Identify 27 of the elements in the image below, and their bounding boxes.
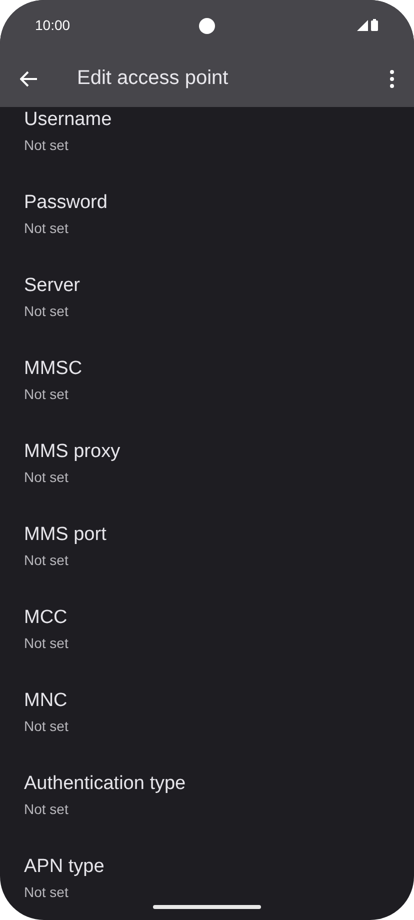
more-options-icon[interactable] (390, 70, 394, 88)
signal-icon (357, 20, 368, 30)
setting-title[interactable]: MMSC (24, 357, 82, 381)
setting-summary: Not set (24, 717, 68, 736)
setting-summary: Not set (24, 551, 68, 570)
setting-title[interactable]: Authentication type (24, 772, 186, 796)
setting-summary: Not set (24, 302, 68, 321)
setting-summary: Not set (24, 800, 68, 819)
setting-title[interactable]: Password (24, 191, 108, 215)
setting-title[interactable]: MMS proxy (24, 440, 120, 464)
setting-title[interactable]: MCC (24, 606, 68, 630)
setting-title[interactable]: APN type (24, 855, 104, 879)
setting-title[interactable]: MMS port (24, 523, 106, 547)
setting-summary: Not set (24, 219, 68, 238)
setting-title[interactable]: MNC (24, 689, 68, 713)
battery-icon (371, 19, 378, 31)
status-time: 10:00 (35, 17, 70, 33)
setting-title[interactable]: Server (24, 274, 80, 298)
setting-summary: Not set (24, 634, 68, 653)
setting-summary: Not set (24, 385, 68, 404)
setting-summary: Not set (24, 883, 68, 902)
back-arrow-icon[interactable] (20, 70, 38, 86)
setting-summary: Not set (24, 468, 68, 487)
setting-title[interactable]: Username (24, 108, 112, 132)
setting-summary: Not set (24, 136, 68, 155)
screen-title: Edit access point (77, 67, 230, 90)
camera-icon (199, 18, 215, 34)
